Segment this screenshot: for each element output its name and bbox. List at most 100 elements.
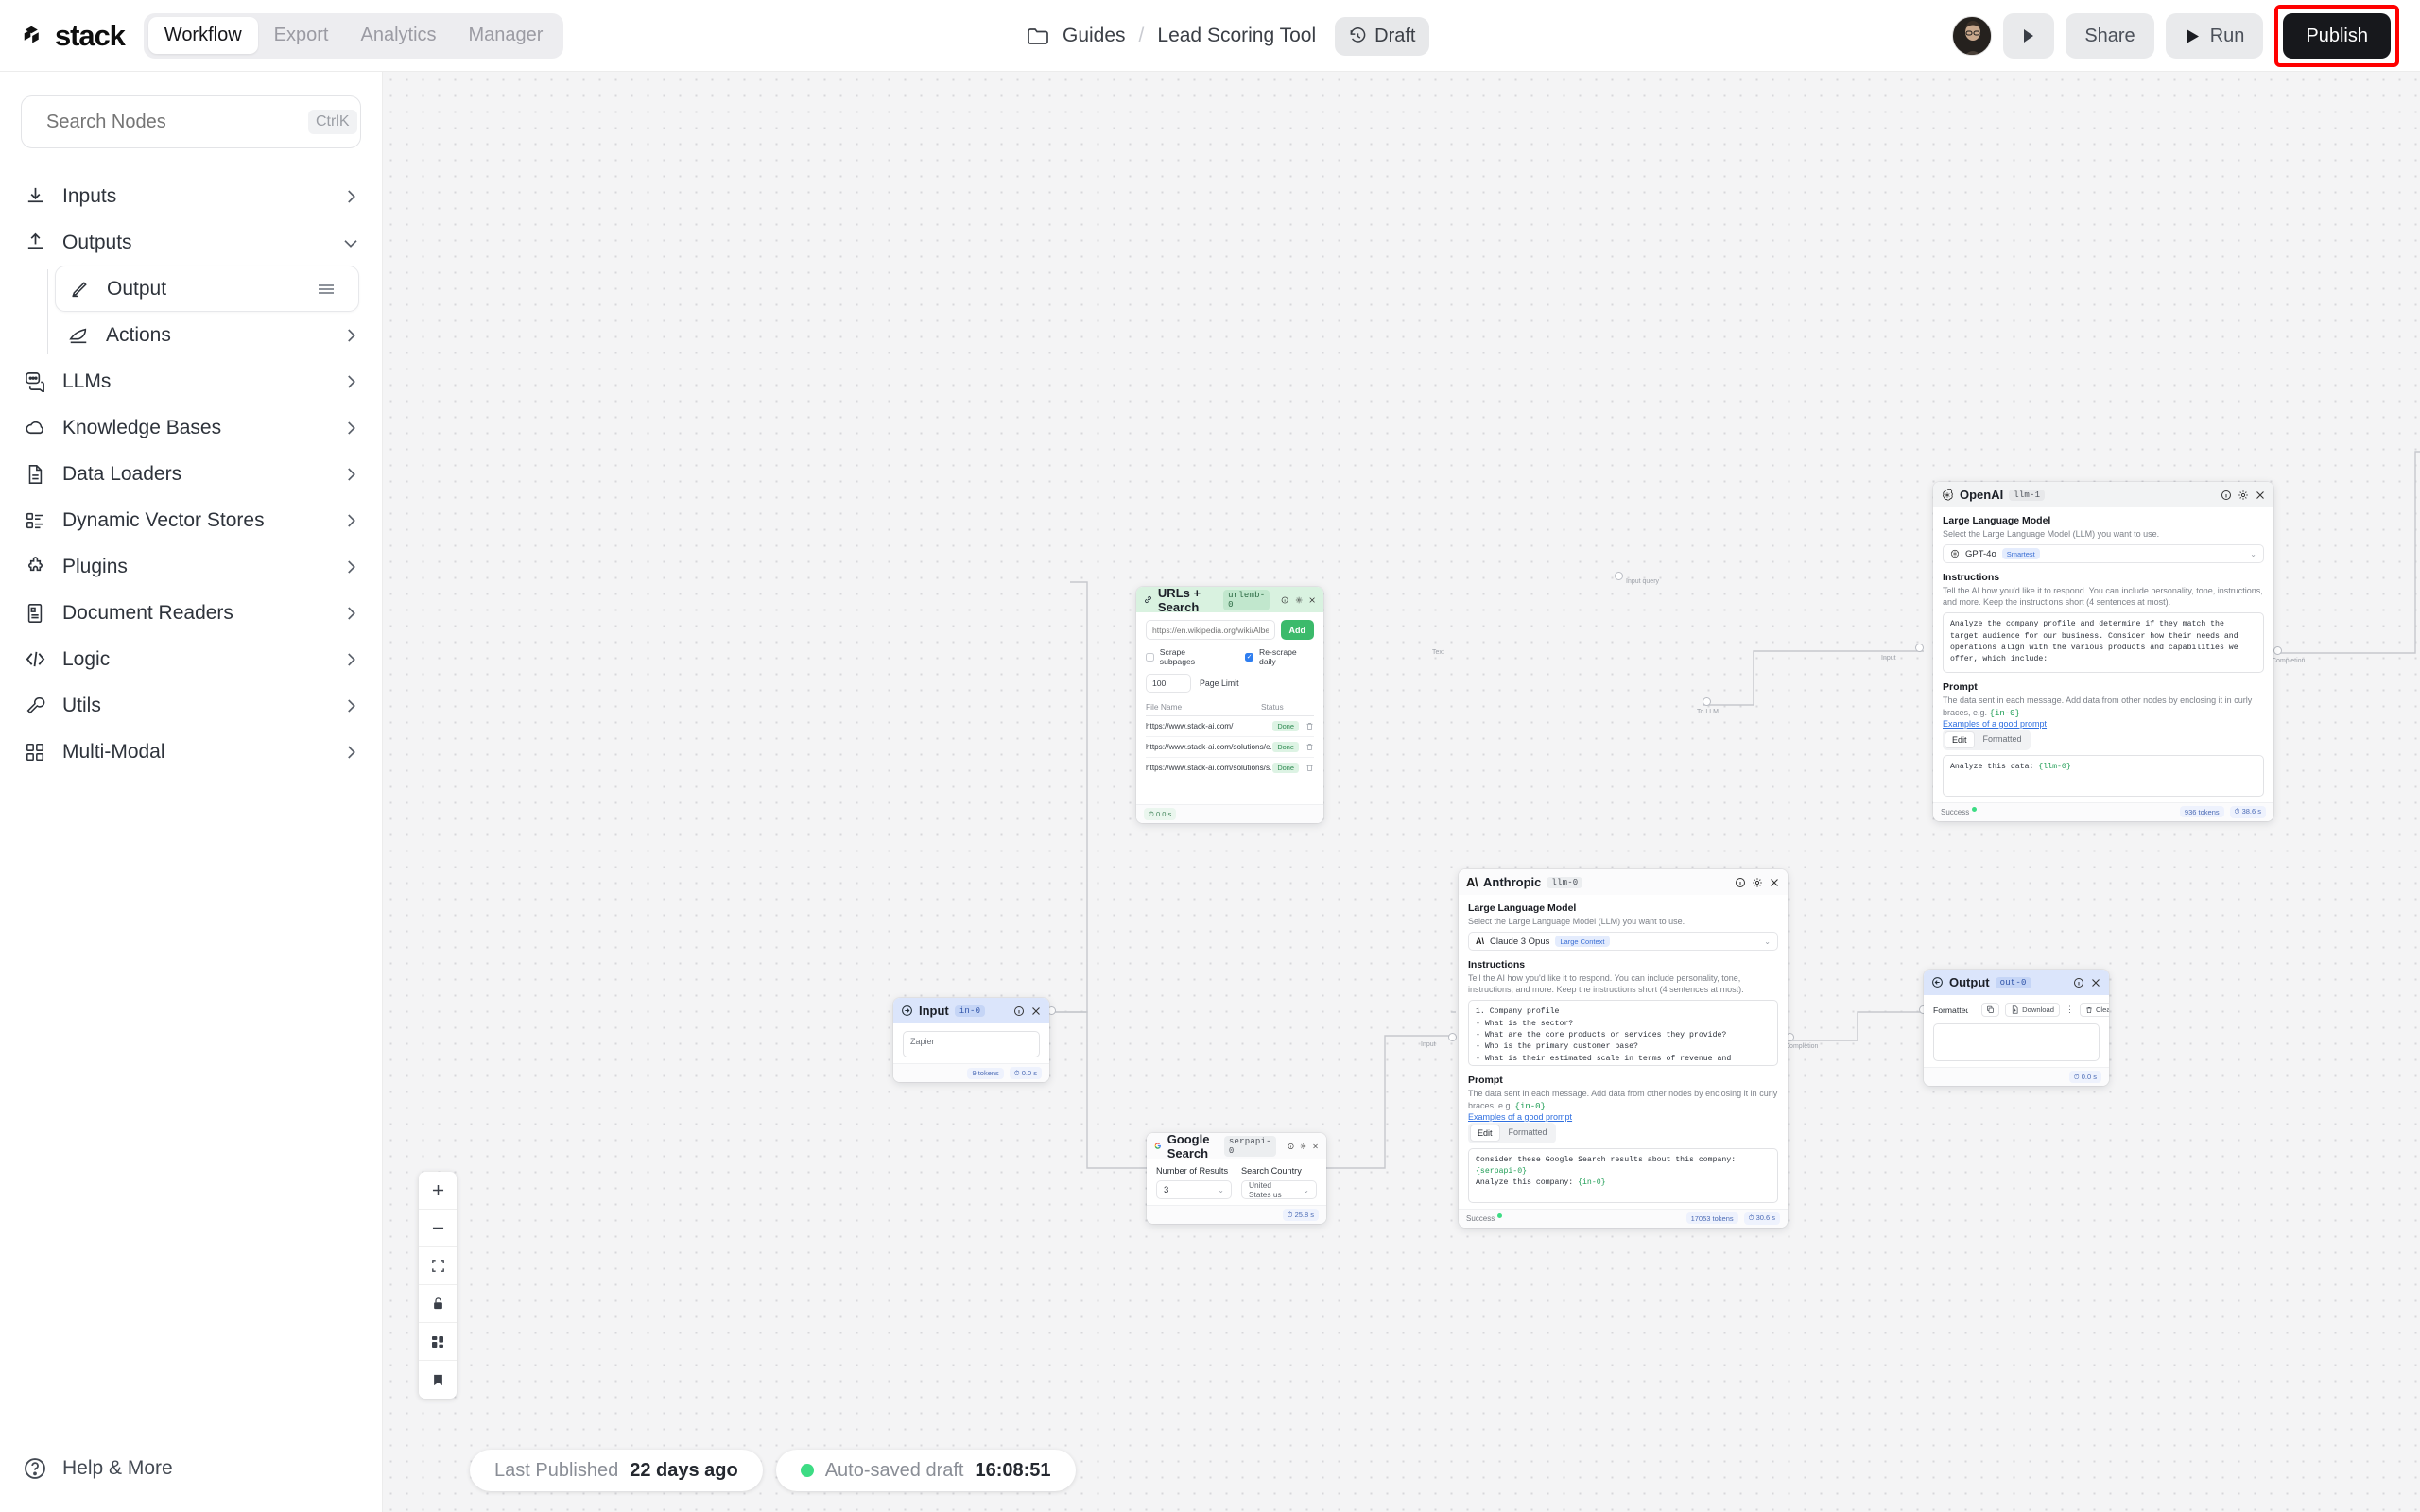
- search-nodes-box[interactable]: CtrlK: [21, 95, 361, 148]
- autosave-pill[interactable]: Auto-saved draft 16:08:51: [775, 1450, 1076, 1491]
- clear-button[interactable]: Clear: [2079, 1003, 2109, 1017]
- sidebar-item-logic[interactable]: Logic: [0, 636, 382, 682]
- port-openai-completion[interactable]: [2273, 646, 2282, 655]
- gear-icon[interactable]: [1295, 594, 1303, 606]
- sidebar-item-dynamic-vector-stores[interactable]: Dynamic Vector Stores: [0, 497, 382, 543]
- tab-analytics[interactable]: Analytics: [344, 17, 452, 54]
- url-input[interactable]: [1146, 620, 1275, 640]
- prompt-examples-link[interactable]: Examples of a good prompt: [1468, 1112, 1572, 1122]
- close-icon[interactable]: [1308, 594, 1316, 606]
- sidebar-item-document-readers[interactable]: Document Readers: [0, 590, 382, 636]
- last-published-pill[interactable]: Last Published 22 days ago: [470, 1450, 763, 1491]
- tab-formatted[interactable]: Formatted: [1977, 731, 2029, 748]
- node-header-google-search[interactable]: Google Search serpapi-0: [1147, 1133, 1326, 1160]
- fit-view-button[interactable]: [419, 1247, 457, 1285]
- brand-logo[interactable]: stack: [21, 19, 126, 53]
- rescrape-checkbox[interactable]: ✓: [1245, 652, 1254, 662]
- prompt-textarea[interactable]: Consider these Google Search results abo…: [1468, 1147, 1778, 1203]
- port-anthropic-input[interactable]: [1448, 1033, 1457, 1041]
- zoom-in-button[interactable]: [419, 1172, 457, 1210]
- minimap-button[interactable]: [419, 1361, 457, 1399]
- share-button[interactable]: Share: [2066, 13, 2154, 59]
- sidebar-item-utils[interactable]: Utils: [0, 682, 382, 729]
- lock-button[interactable]: [419, 1285, 457, 1323]
- node-urls-search[interactable]: URLs + Search urlemb-0 Add Scrape subpag…: [1136, 587, 1323, 823]
- input-value-textarea[interactable]: Zapier: [903, 1031, 1040, 1057]
- gear-icon[interactable]: [1752, 877, 1763, 888]
- delete-icon[interactable]: [1305, 722, 1314, 730]
- drag-handle-icon[interactable]: [317, 282, 336, 297]
- close-icon[interactable]: [1312, 1141, 1319, 1152]
- results-select[interactable]: 3 ⌄: [1156, 1180, 1232, 1199]
- table-row[interactable]: https://www.stack-ai.com/solutions/s... …: [1146, 758, 1314, 778]
- help-and-more-button[interactable]: Help & More: [0, 1446, 382, 1491]
- prompt-textarea[interactable]: Analyze this data: {llm-0}: [1943, 754, 2264, 797]
- zoom-out-button[interactable]: [419, 1210, 457, 1247]
- sidebar-item-inputs[interactable]: Inputs: [0, 173, 382, 219]
- node-header-anthropic[interactable]: A\ Anthropic llm-0: [1459, 869, 1788, 895]
- tab-workflow[interactable]: Workflow: [147, 17, 258, 54]
- search-input[interactable]: [46, 111, 297, 133]
- sidebar-item-knowledge-bases[interactable]: Knowledge Bases: [0, 404, 382, 451]
- node-header-input[interactable]: Input in-0: [893, 998, 1049, 1023]
- tab-manager[interactable]: Manager: [453, 17, 560, 54]
- sidebar-item-outputs[interactable]: Outputs: [0, 219, 382, 266]
- info-icon[interactable]: [2073, 977, 2084, 988]
- table-row[interactable]: https://www.stack-ai.com/solutions/e... …: [1146, 737, 1314, 758]
- country-select[interactable]: United States us ⌄: [1241, 1180, 1317, 1199]
- draft-status-button[interactable]: Draft: [1335, 16, 1430, 56]
- add-url-button[interactable]: Add: [1280, 620, 1314, 640]
- sidebar-item-actions[interactable]: Actions: [55, 312, 382, 358]
- download-button[interactable]: Download: [2005, 1003, 2060, 1017]
- scrape-subpages-checkbox[interactable]: [1146, 652, 1154, 662]
- port-input-query[interactable]: [1615, 572, 1623, 580]
- avatar[interactable]: [1952, 16, 1993, 56]
- output-textarea[interactable]: [1933, 1023, 2100, 1061]
- info-icon[interactable]: [2221, 490, 2232, 501]
- node-header-output-0[interactable]: Output out-0: [1924, 970, 2109, 995]
- port-openai-input[interactable]: [1915, 644, 1924, 652]
- model-select[interactable]: A\ Claude 3 Opus Large Context ⌄: [1468, 932, 1778, 952]
- close-icon[interactable]: [1769, 877, 1780, 888]
- tab-export[interactable]: Export: [258, 17, 345, 54]
- breadcrumb-title[interactable]: Lead Scoring Tool: [1157, 25, 1316, 47]
- more-icon[interactable]: ⋮: [2066, 1005, 2074, 1015]
- info-icon[interactable]: [1013, 1005, 1025, 1017]
- tab-edit[interactable]: Edit: [1945, 730, 1975, 748]
- port-to-llm[interactable]: [1703, 697, 1711, 706]
- layout-button[interactable]: [419, 1323, 457, 1361]
- prompt-examples-link[interactable]: Examples of a good prompt: [1943, 719, 2047, 729]
- sidebar-item-llms[interactable]: LLMs: [0, 358, 382, 404]
- gear-icon[interactable]: [1300, 1141, 1306, 1152]
- node-header-urls-search[interactable]: URLs + Search urlemb-0: [1136, 587, 1323, 614]
- tab-formatted[interactable]: Formatted: [1502, 1125, 1554, 1142]
- node-input[interactable]: Input in-0 Zapier 9 tokens ⏱ 0.0 s: [893, 998, 1049, 1082]
- node-anthropic[interactable]: A\ Anthropic llm-0 Large Language Model …: [1459, 869, 1788, 1228]
- node-output-0[interactable]: Output out-0 Formatted Download ⋮ Clea ⏱…: [1924, 970, 2109, 1086]
- run-button[interactable]: Run: [2165, 13, 2264, 59]
- instructions-textarea[interactable]: 1. Company profile - What is the sector?…: [1468, 1000, 1778, 1067]
- sidebar-item-multi-modal[interactable]: Multi-Modal: [0, 729, 382, 775]
- info-icon[interactable]: [1735, 877, 1746, 888]
- close-icon[interactable]: [2255, 490, 2266, 501]
- model-select[interactable]: GPT-4o Smartest ⌄: [1943, 544, 2264, 564]
- delete-icon[interactable]: [1305, 764, 1314, 772]
- close-icon[interactable]: [2090, 977, 2101, 988]
- delete-icon[interactable]: [1305, 743, 1314, 751]
- node-openai[interactable]: OpenAI llm-1 Large Language Model Select…: [1933, 482, 2273, 821]
- page-limit-input[interactable]: [1146, 674, 1191, 693]
- sidebar-item-plugins[interactable]: Plugins: [0, 543, 382, 590]
- dropdown-caret-button[interactable]: [2003, 13, 2055, 59]
- table-row[interactable]: https://www.stack-ai.com/ Done: [1146, 716, 1314, 737]
- sidebar-item-data-loaders[interactable]: Data Loaders: [0, 451, 382, 497]
- instructions-textarea[interactable]: Analyze the company profile and determin…: [1943, 612, 2264, 674]
- tab-edit[interactable]: Edit: [1470, 1124, 1500, 1142]
- workflow-canvas[interactable]: Input query To LLM Input Completion Inpu…: [383, 72, 2420, 1512]
- breadcrumb-project[interactable]: Guides: [1063, 25, 1126, 47]
- copy-button[interactable]: [1981, 1003, 2000, 1017]
- node-google-search[interactable]: Google Search serpapi-0 Number of Result…: [1147, 1133, 1326, 1224]
- publish-button[interactable]: Publish: [2283, 13, 2391, 59]
- node-header-openai[interactable]: OpenAI llm-1: [1933, 482, 2273, 507]
- info-icon[interactable]: [1288, 1141, 1294, 1152]
- close-icon[interactable]: [1030, 1005, 1042, 1017]
